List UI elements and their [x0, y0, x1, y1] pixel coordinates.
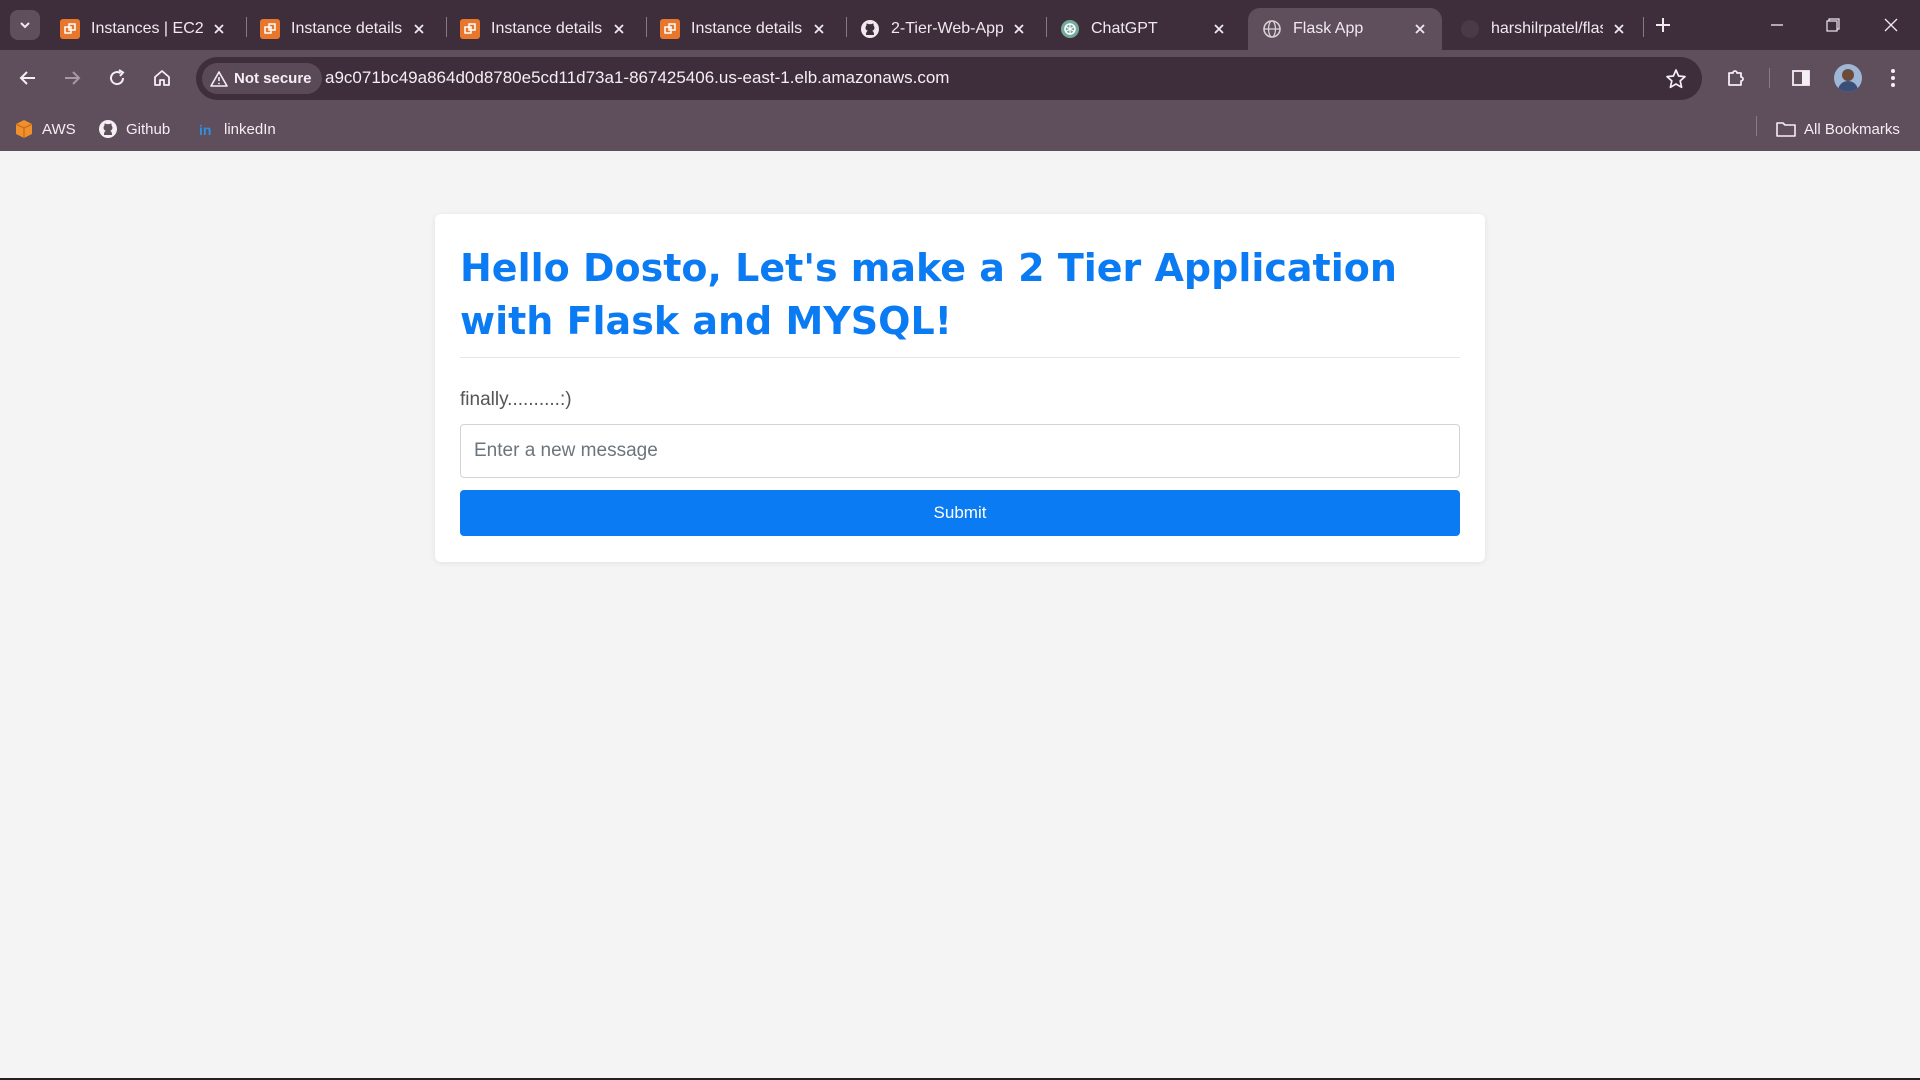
security-label: Not secure: [234, 70, 312, 87]
minimize-button[interactable]: [1764, 12, 1790, 38]
close-window-button[interactable]: [1878, 12, 1904, 38]
close-icon[interactable]: [1410, 19, 1430, 39]
site-info-chip[interactable]: Not secure: [202, 63, 322, 94]
tab-title: Instance details |: [491, 20, 603, 37]
bookmarks-bar: AWS Github in linkedIn All Bookmarks: [0, 107, 1920, 151]
tab-title: 2-Tier-Web-App: [891, 20, 1003, 37]
aws-icon: [260, 19, 280, 39]
message-card: Hello Dosto, Let's make a 2 Tier Applica…: [435, 214, 1485, 562]
close-icon[interactable]: [1609, 19, 1629, 39]
tab-instance-details-3[interactable]: Instance details |: [646, 8, 841, 50]
arrow-left-icon: [19, 71, 35, 85]
close-icon[interactable]: [1009, 19, 1029, 39]
tab-title: Instances | EC2 |: [91, 20, 203, 37]
close-icon[interactable]: [609, 19, 629, 39]
chevron-down-icon: [20, 22, 30, 29]
star-icon[interactable]: [1664, 67, 1688, 91]
tab-title: Instance details |: [291, 20, 403, 37]
menu-button[interactable]: [1877, 62, 1909, 94]
warning-icon: [210, 70, 228, 87]
home-button[interactable]: [146, 62, 178, 94]
close-icon[interactable]: [1209, 19, 1229, 39]
bookmark-label: AWS: [42, 120, 76, 138]
page-heading: Hello Dosto, Let's make a 2 Tier Applica…: [460, 246, 1397, 343]
reload-button[interactable]: [101, 62, 133, 94]
divider: [460, 357, 1460, 358]
chatgpt-icon: [1060, 19, 1080, 39]
tab-title: harshilrpatel/flas: [1491, 20, 1603, 37]
restore-button[interactable]: [1820, 12, 1846, 38]
profile-avatar[interactable]: [1834, 64, 1862, 92]
url-text[interactable]: a9c071bc49a864d0d8780e5cd11d73a1-8674254…: [325, 68, 949, 88]
bookmark-label: linkedIn: [224, 120, 276, 138]
arrow-right-icon: [65, 71, 81, 85]
tab-harshilrpatel-flask[interactable]: harshilrpatel/flas: [1446, 8, 1641, 50]
aws-cube-icon: [14, 119, 34, 139]
tab-strip: Instances | EC2 | Instance details | Ins…: [0, 0, 1920, 50]
message-item: finally..........:): [460, 389, 572, 410]
bookmark-linkedin[interactable]: in linkedIn: [196, 117, 276, 141]
browser-chrome: Instances | EC2 | Instance details | Ins…: [0, 0, 1920, 151]
minimize-icon: [1771, 24, 1783, 26]
address-bar[interactable]: Not secure a9c071bc49a864d0d8780e5cd11d7…: [196, 57, 1702, 100]
forward-button[interactable]: [56, 62, 88, 94]
side-panel-button[interactable]: [1785, 62, 1817, 94]
tab-chatgpt[interactable]: ChatGPT: [1046, 8, 1241, 50]
reload-icon: [110, 69, 125, 86]
github-icon: [1460, 19, 1480, 39]
tab-instance-details-1[interactable]: Instance details |: [246, 8, 441, 50]
tab-instance-details-2[interactable]: Instance details |: [446, 8, 641, 50]
github-icon: [860, 19, 880, 39]
tab-2-tier-web-app[interactable]: 2-Tier-Web-App: [846, 8, 1041, 50]
bookmark-aws[interactable]: AWS: [14, 117, 76, 141]
tab-flask-app[interactable]: Flask App: [1248, 8, 1442, 50]
linkedin-icon: in: [196, 119, 216, 139]
close-icon[interactable]: [209, 19, 229, 39]
home-icon: [154, 70, 170, 86]
svg-text:in: in: [199, 122, 211, 138]
aws-icon: [60, 19, 80, 39]
tab-title: Instance details |: [691, 20, 803, 37]
plus-icon: [1656, 18, 1670, 32]
all-bookmarks-label: All Bookmarks: [1804, 120, 1900, 138]
puzzle-icon: [1728, 70, 1744, 86]
globe-icon: [1262, 19, 1282, 39]
new-message-input[interactable]: [460, 424, 1460, 478]
toolbar: Not secure a9c071bc49a864d0d8780e5cd11d7…: [0, 50, 1920, 107]
more-vertical-icon: [1891, 69, 1895, 87]
bookmark-github[interactable]: Github: [98, 117, 170, 141]
close-icon[interactable]: [409, 19, 429, 39]
tab-title: Flask App: [1293, 20, 1364, 37]
aws-icon: [460, 19, 480, 39]
github-icon: [98, 119, 118, 139]
tab-search-button[interactable]: [10, 10, 40, 40]
tab-title: ChatGPT: [1091, 20, 1158, 37]
tab-instances-ec2[interactable]: Instances | EC2 |: [46, 8, 241, 50]
close-icon[interactable]: [809, 19, 829, 39]
all-bookmarks-button[interactable]: All Bookmarks: [1776, 117, 1900, 141]
aws-icon: [660, 19, 680, 39]
close-icon: [1884, 18, 1898, 32]
back-button[interactable]: [12, 62, 44, 94]
restore-icon: [1826, 18, 1840, 32]
new-tab-button[interactable]: [1650, 12, 1676, 38]
folder-icon: [1776, 119, 1796, 139]
side-panel-icon: [1792, 70, 1810, 86]
bookmark-label: Github: [126, 120, 171, 138]
submit-button[interactable]: Submit: [460, 490, 1460, 536]
extensions-button[interactable]: [1720, 62, 1752, 94]
